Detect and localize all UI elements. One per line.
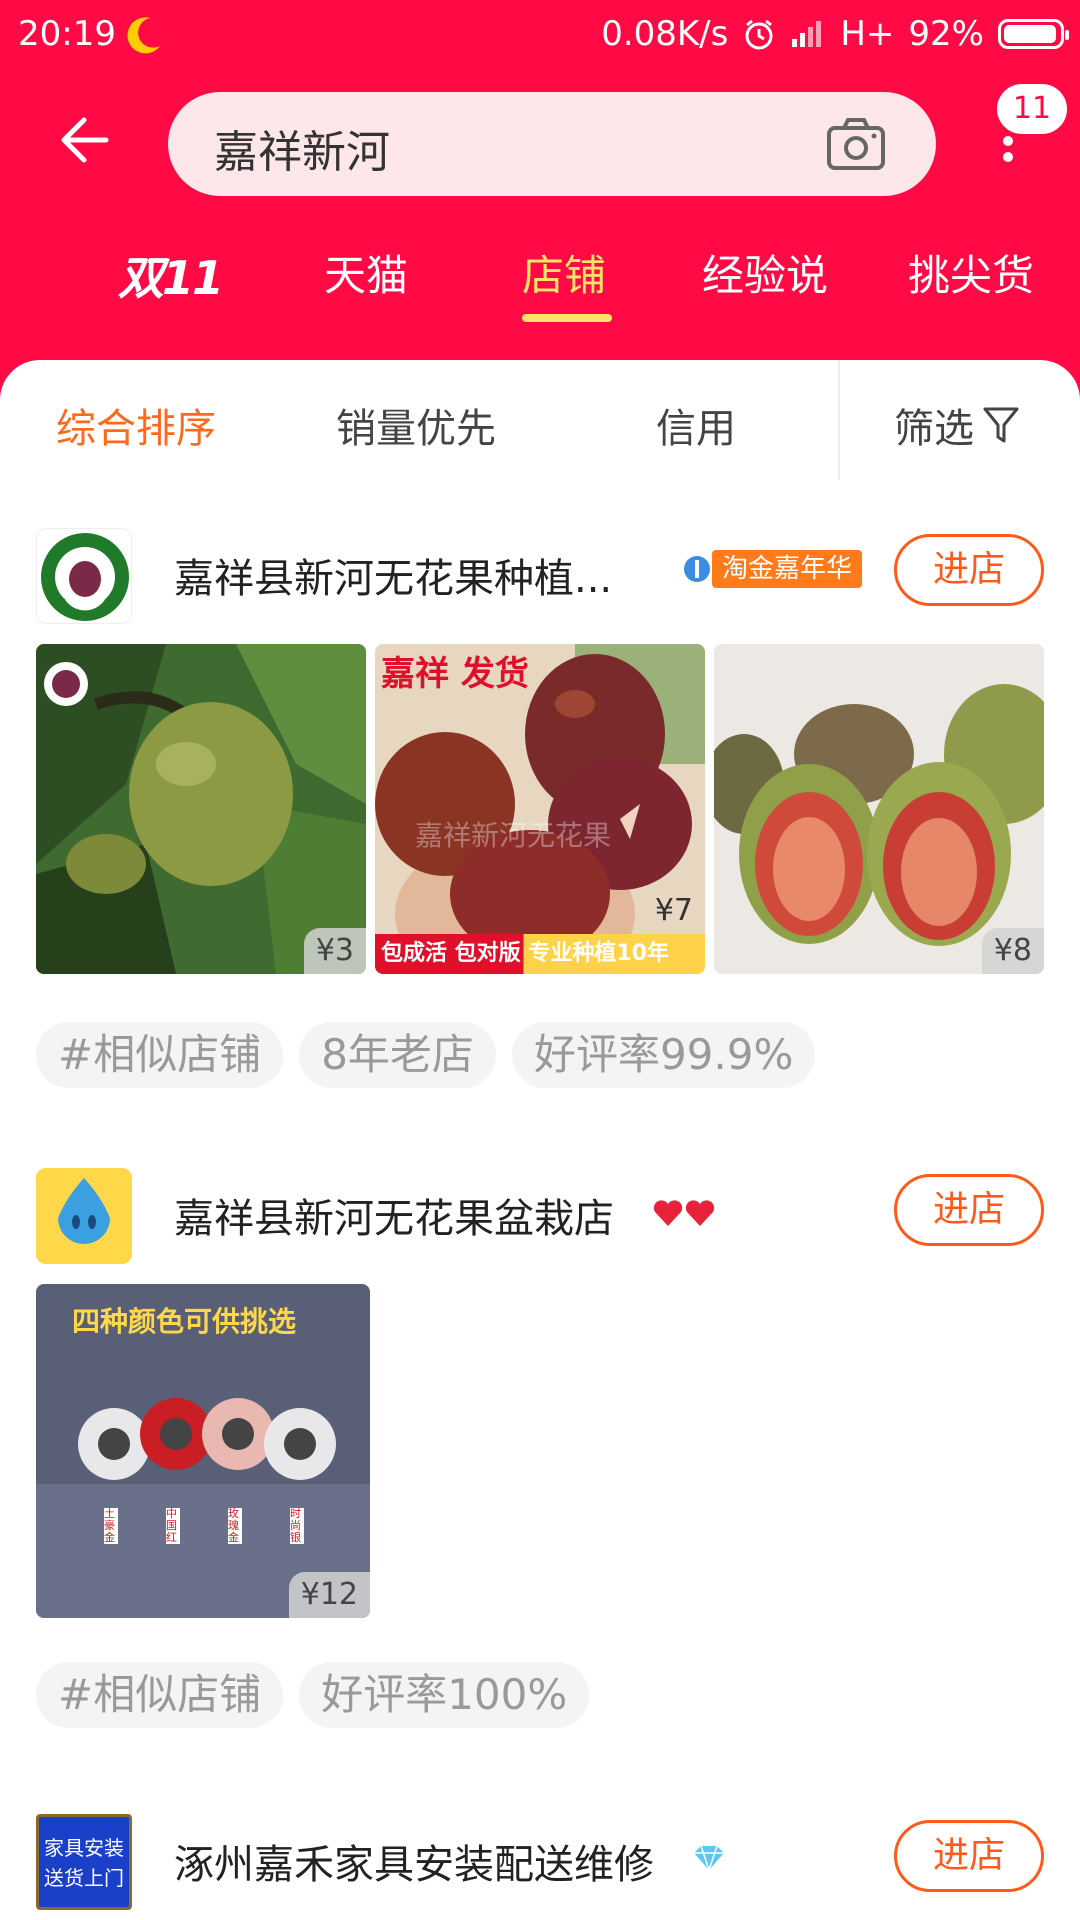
product-banner-top: 四种颜色可供挑选 xyxy=(72,1305,297,1338)
alarm-icon xyxy=(745,19,773,50)
category-tabs: 双11 天猫 店铺 经验说 挑尖货 xyxy=(0,232,1080,322)
tab-experience[interactable]: 经验说 xyxy=(702,242,828,303)
diamond-icon xyxy=(694,1845,724,1872)
product-banner-bottom: 包成活 包对版 专业种植10年 xyxy=(375,934,705,974)
tag-rating: 好评率99.9% xyxy=(511,1022,816,1088)
logo-text-line1: 家具安装 xyxy=(44,1836,124,1860)
tab-tmall[interactable]: 天猫 xyxy=(324,242,408,303)
enter-shop-button[interactable]: 进店 xyxy=(894,534,1044,606)
filter-button[interactable]: 筛选 xyxy=(894,396,1020,454)
camera-icon[interactable] xyxy=(826,116,886,172)
search-input[interactable]: 嘉祥新河 xyxy=(168,92,936,196)
shop-logo xyxy=(36,1168,132,1264)
moon-icon xyxy=(127,17,160,54)
header-bar: 20:19 0.08K/s H+ 92% 嘉祥新河 11 双11 天猫 店铺 经… xyxy=(0,0,1080,400)
product-thumbnail[interactable]: 嘉祥 发货 嘉祥新河无花果 包成活 包对版 专业种植10年 ¥7 xyxy=(375,644,705,974)
product-thumbnail[interactable]: ¥3 xyxy=(36,644,366,974)
color-label: 中国红 xyxy=(166,1508,180,1544)
status-right: 0.08K/s H+ 92% xyxy=(601,14,1069,54)
more-menu-icon[interactable] xyxy=(998,130,1018,180)
tab-picks[interactable]: 挑尖货 xyxy=(908,242,1034,303)
product-thumbnail[interactable]: 四种颜色可供挑选 土豪金 中国红 玫瑰金 时尚银 ¥12 xyxy=(36,1284,370,1618)
product-thumbnail[interactable]: ¥8 xyxy=(714,644,1044,974)
sort-comprehensive[interactable]: 综合排序 xyxy=(56,396,216,454)
promo-badge: 淘金嘉年华 xyxy=(712,550,863,588)
message-badge: 11 xyxy=(997,84,1067,134)
tab-double11[interactable]: 双11 xyxy=(118,242,224,308)
results-panel: 综合排序 销量优先 信用 筛选 嘉祥县新河无花果种植... 淘金嘉年华 进店 ¥… xyxy=(0,360,1080,1920)
product-price: ¥3 xyxy=(303,928,366,974)
sort-credit[interactable]: 信用 xyxy=(656,396,736,454)
search-query: 嘉祥新河 xyxy=(214,127,390,178)
product-price: ¥12 xyxy=(288,1572,370,1618)
product-price: ¥8 xyxy=(981,928,1044,974)
shop-level-icon xyxy=(684,556,710,582)
sort-bar: 综合排序 销量优先 信用 筛选 xyxy=(0,360,1080,480)
signal-type: H+ xyxy=(840,14,895,54)
battery-percent: 92% xyxy=(908,14,984,54)
product-banner-top: 嘉祥 发货 xyxy=(381,654,529,694)
shop-name: 涿州嘉禾家具安装配送维修 xyxy=(174,1842,654,1888)
tag-similar-shops[interactable]: #相似店铺 xyxy=(36,1022,284,1088)
sort-sales[interactable]: 销量优先 xyxy=(336,396,496,454)
signal-icon xyxy=(792,21,822,47)
shop-tags: #相似店铺 好评率100% xyxy=(36,1662,590,1728)
product-watermark: 嘉祥新河无花果 xyxy=(415,819,612,852)
shop-logo xyxy=(36,528,132,624)
status-bar: 20:19 0.08K/s H+ 92% xyxy=(0,0,1080,72)
filter-label: 筛选 xyxy=(894,406,974,452)
filter-funnel-icon xyxy=(983,407,1019,443)
status-time: 20:19 xyxy=(18,14,116,54)
back-arrow-icon[interactable] xyxy=(50,110,110,170)
tag-similar-shops[interactable]: #相似店铺 xyxy=(36,1662,284,1728)
battery-icon xyxy=(998,19,1069,49)
shop-name: 嘉祥县新河无花果种植... xyxy=(174,556,613,602)
sort-divider xyxy=(838,360,840,480)
enter-shop-button[interactable]: 进店 xyxy=(894,1174,1044,1246)
color-label: 时尚银 xyxy=(290,1508,304,1544)
shop-tags: #相似店铺 8年老店 好评率99.9% xyxy=(36,1022,816,1088)
shop-logo: 家具安装 送货上门 xyxy=(36,1814,132,1910)
enter-shop-button[interactable]: 进店 xyxy=(894,1820,1044,1892)
color-label: 土豪金 xyxy=(104,1508,118,1544)
active-tab-indicator xyxy=(522,314,612,322)
tag-rating: 好评率100% xyxy=(299,1662,590,1728)
heart-rating-icon xyxy=(653,1200,715,1226)
tag-shop-age: 8年老店 xyxy=(299,1022,496,1088)
color-label: 玫瑰金 xyxy=(228,1508,242,1544)
tab-shops[interactable]: 店铺 xyxy=(522,242,606,303)
network-speed: 0.08K/s xyxy=(601,14,729,54)
product-price: ¥7 xyxy=(654,893,693,928)
shop-name: 嘉祥县新河无花果盆栽店 xyxy=(174,1196,614,1242)
logo-text-line2: 送货上门 xyxy=(44,1866,124,1890)
